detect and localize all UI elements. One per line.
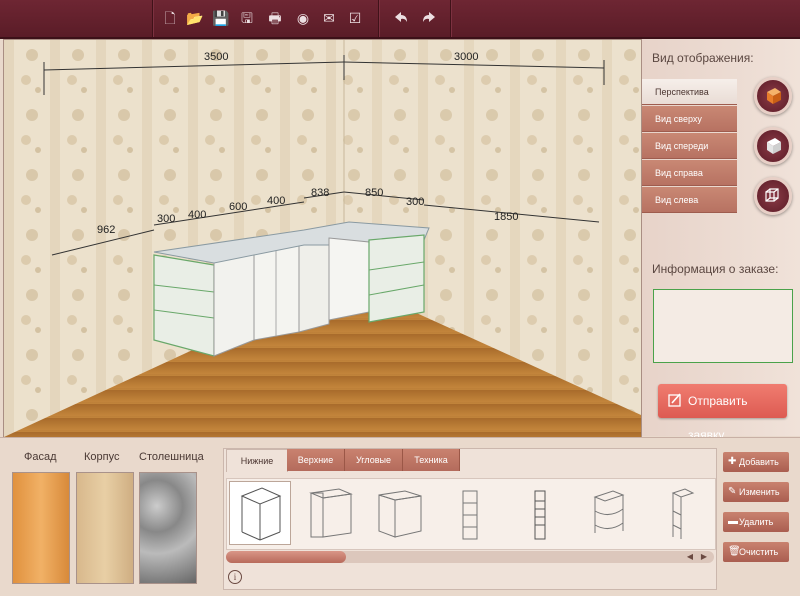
submit-order-button[interactable]: Отправить заявку	[658, 384, 787, 442]
delete-button[interactable]: ▬ Удалить	[723, 512, 789, 532]
catalog-item[interactable]	[439, 481, 501, 545]
catalog-panel: Нижние Верхние Угловые Техника ◀ ▶ i	[223, 448, 717, 590]
save-icon[interactable]: 💾	[212, 9, 230, 27]
save-as-icon[interactable]: 🖫	[238, 9, 256, 27]
corner-cabinet[interactable]	[328, 237, 370, 321]
dim-600: 600	[229, 201, 247, 213]
toolbar-divider	[378, 0, 379, 37]
catalog-item[interactable]	[229, 481, 291, 545]
dim-1850: 1850	[494, 211, 518, 223]
countertop-swatch[interactable]	[139, 472, 197, 584]
body-label: Корпус	[84, 451, 120, 463]
dim-400a: 400	[188, 209, 206, 221]
catalog-items	[226, 478, 716, 550]
checkbox-icon[interactable]: ☑	[346, 9, 364, 27]
camera-icon[interactable]: ◉	[294, 9, 312, 27]
tab-corner[interactable]: Угловые	[345, 449, 403, 471]
view-mode-heading: Вид отображения:	[652, 51, 754, 65]
view-left[interactable]: Вид слева	[642, 187, 737, 213]
dim-300a: 300	[157, 213, 175, 225]
scroll-thumb[interactable]	[226, 551, 346, 563]
tab-appliances[interactable]: Техника	[403, 449, 460, 471]
delete-label: Удалить	[739, 517, 774, 527]
bottom-panel: Фасад Корпус Столешница Нижние Верхние У…	[0, 437, 800, 596]
catalog-item[interactable]	[509, 481, 571, 545]
3d-viewport[interactable]: 3500 3000 962 300 400 600 400 838 850 30…	[3, 39, 642, 438]
submit-order-label: Отправить заявку	[688, 394, 748, 442]
clear-button[interactable]: 🗑 Очистить	[723, 542, 789, 562]
cube-solid-icon[interactable]	[754, 127, 792, 165]
dim-right-total: 3000	[454, 51, 478, 63]
countertop-label: Столешница	[139, 451, 204, 463]
scroll-left-icon[interactable]: ◀	[684, 551, 696, 563]
view-front[interactable]: Вид спереди	[642, 133, 737, 159]
edit-label: Изменить	[739, 487, 780, 497]
dim-838: 838	[311, 187, 329, 199]
facade-label: Фасад	[24, 451, 57, 463]
open-folder-icon[interactable]: 📂	[186, 9, 204, 27]
view-perspective[interactable]: Перспектива	[642, 79, 737, 105]
tab-lower[interactable]: Нижние	[226, 449, 288, 472]
dim-300b: 300	[406, 196, 424, 208]
cube-color-icon[interactable]	[754, 77, 792, 115]
kitchen-scene: 3500 3000 962 300 400 600 400 838 850 30…	[4, 40, 641, 437]
corner-open-shelf-right[interactable]	[368, 234, 425, 323]
dim-850: 850	[365, 187, 383, 199]
dim-400b: 400	[267, 195, 285, 207]
add-label: Добавить	[739, 457, 779, 467]
view-top[interactable]: Вид сверху	[642, 106, 737, 132]
right-panel: Вид отображения: Перспектива Вид сверху …	[642, 39, 800, 442]
toolbar-divider	[152, 0, 153, 37]
catalog-scrollbar[interactable]: ◀ ▶	[226, 551, 714, 563]
undo-icon[interactable]	[392, 9, 410, 27]
tab-upper[interactable]: Верхние	[287, 449, 345, 471]
edit-button[interactable]: ✎ Изменить	[723, 482, 789, 502]
body-swatch[interactable]	[76, 472, 134, 584]
mail-icon[interactable]: ✉	[320, 9, 338, 27]
trash-icon: 🗑	[728, 546, 741, 557]
info-icon[interactable]: i	[228, 570, 242, 584]
catalog-item[interactable]	[369, 481, 431, 545]
order-info-box[interactable]	[653, 289, 793, 363]
order-info-heading: Информация о заказе:	[652, 262, 779, 276]
redo-icon[interactable]	[420, 9, 438, 27]
add-button[interactable]: ✚ Добавить	[723, 452, 789, 472]
minus-icon: ▬	[728, 516, 738, 527]
new-file-icon[interactable]: 🗋	[161, 9, 179, 27]
facade-swatch[interactable]	[12, 472, 70, 584]
dim-left-total: 3500	[204, 51, 228, 63]
print-icon[interactable]: 🖶	[266, 9, 284, 27]
scroll-right-icon[interactable]: ▶	[698, 551, 710, 563]
top-toolbar: 🗋 📂 💾 🖫 🖶 ◉ ✉ ☑	[0, 0, 800, 39]
view-right[interactable]: Вид справа	[642, 160, 737, 186]
cube-wireframe-icon[interactable]	[754, 177, 792, 215]
catalog-item[interactable]	[299, 481, 361, 545]
corner-open-shelf-left[interactable]	[153, 254, 215, 357]
catalog-item[interactable]	[649, 481, 711, 545]
catalog-item[interactable]	[579, 481, 641, 545]
toolbar-divider	[450, 0, 451, 37]
plus-icon: ✚	[728, 456, 737, 467]
pencil-icon: ✎	[728, 486, 737, 497]
dim-962: 962	[97, 224, 115, 236]
edit-icon	[668, 384, 682, 431]
clear-label: Очистить	[739, 547, 779, 557]
